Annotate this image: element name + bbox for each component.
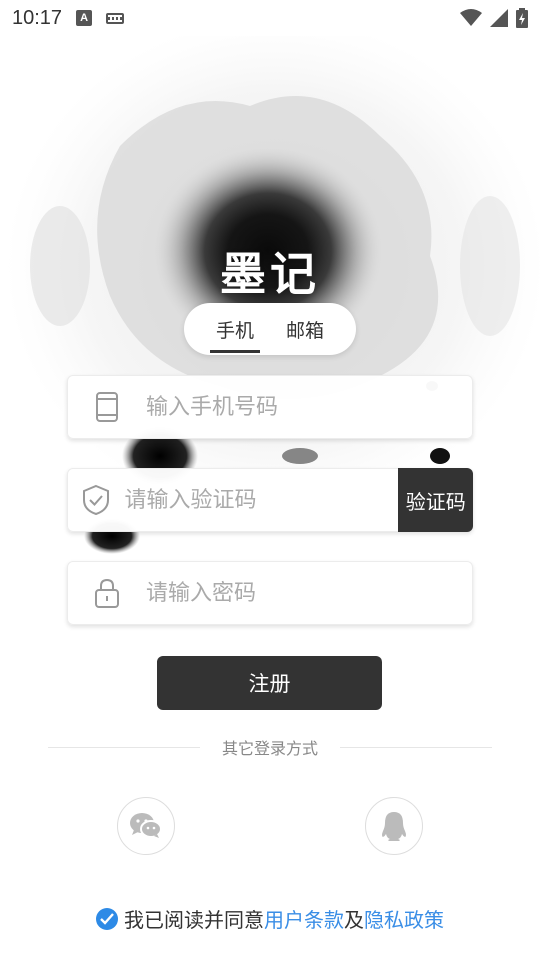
verification-code-field: 验证码	[67, 468, 473, 532]
lock-icon	[68, 577, 146, 609]
other-login-label: 其它登录方式	[222, 739, 319, 758]
qq-icon	[382, 812, 406, 841]
status-time: 10:17	[12, 6, 63, 29]
password-field	[67, 561, 473, 625]
privacy-policy-link[interactable]: 隐私政策	[364, 904, 444, 933]
login-method-tabs: 手机 邮箱	[184, 303, 356, 355]
qq-login-button[interactable]	[365, 797, 423, 855]
wechat-icon	[130, 813, 162, 838]
verification-code-input[interactable]	[124, 469, 399, 531]
divider-line-right	[340, 746, 493, 748]
divider-line-left	[48, 746, 200, 748]
user-terms-link[interactable]: 用户条款	[264, 904, 344, 933]
password-input[interactable]	[146, 562, 472, 624]
status-bar: 10:17 A	[0, 0, 540, 36]
app-title: 墨记	[220, 247, 320, 301]
text-a-icon: A	[76, 10, 93, 26]
keyboard-icon	[106, 12, 125, 24]
cellular-signal-icon	[490, 9, 508, 27]
register-button[interactable]: 注册	[157, 656, 382, 710]
agreement-prefix: 我已阅读并同意	[124, 908, 264, 932]
get-code-button[interactable]: 验证码	[398, 468, 473, 532]
wechat-login-button[interactable]	[117, 797, 175, 855]
tab-phone[interactable]: 手机	[209, 310, 261, 353]
other-login-divider: 其它登录方式	[48, 736, 493, 758]
phone-icon	[68, 391, 146, 423]
phone-input[interactable]	[146, 376, 472, 438]
agreement-row: 我已阅读并同意 用户条款 及 隐私政策	[0, 904, 540, 933]
shield-check-icon	[68, 484, 124, 516]
tab-email[interactable]: 邮箱	[284, 310, 326, 349]
battery-charging-icon	[516, 8, 528, 28]
wifi-icon	[460, 9, 482, 26]
agree-checkbox[interactable]	[96, 907, 118, 930]
checkmark-icon	[100, 912, 114, 925]
phone-field	[67, 375, 473, 439]
agreement-and: 及	[344, 908, 364, 932]
